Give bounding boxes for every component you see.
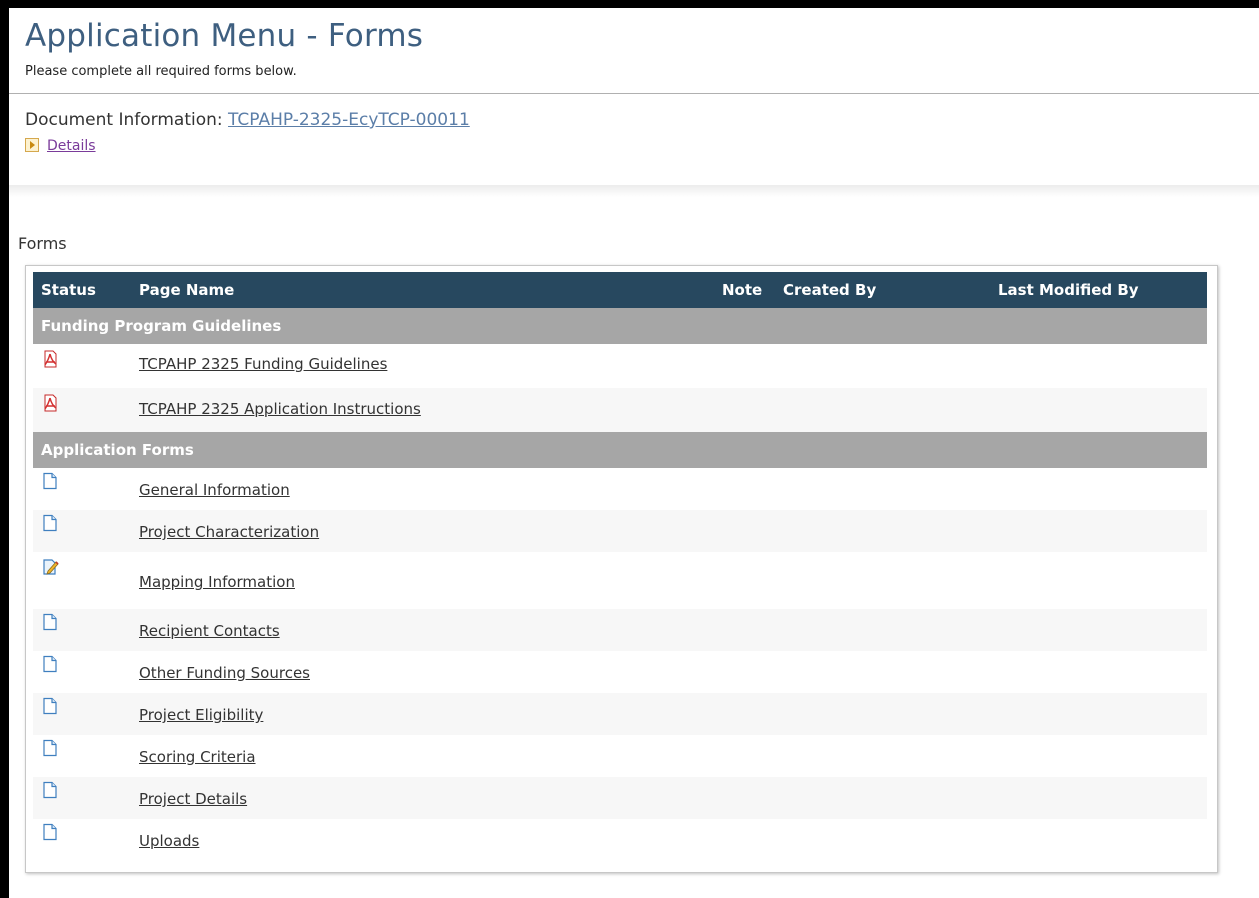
window-top-border	[0, 0, 1259, 8]
form-link-application-instructions[interactable]: TCPAHP 2325 Application Instructions	[139, 400, 421, 418]
form-link-funding-guidelines[interactable]: TCPAHP 2325 Funding Guidelines	[139, 355, 387, 373]
table-row: Project Details	[33, 777, 1207, 819]
forms-panel: Status Page Name Note Created By Last Mo…	[25, 265, 1218, 873]
table-row: Project Characterization	[33, 510, 1207, 552]
edit-page-icon	[43, 559, 59, 575]
form-link-scoring-criteria[interactable]: Scoring Criteria	[139, 748, 256, 766]
group-label: Application Forms	[41, 441, 194, 459]
page-subtitle: Please complete all required forms below…	[25, 64, 297, 79]
table-row: Scoring Criteria	[33, 735, 1207, 777]
group-row-application-forms: Application Forms	[33, 432, 1207, 468]
table-row: Uploads	[33, 819, 1207, 861]
header-divider	[9, 93, 1259, 94]
table-row: TCPAHP 2325 Funding Guidelines	[33, 344, 1207, 388]
column-header-status: Status	[41, 281, 96, 299]
blank-page-icon	[43, 697, 57, 715]
table-row: Project Eligibility	[33, 693, 1207, 735]
expand-arrow-icon[interactable]	[25, 138, 39, 152]
pdf-icon	[44, 394, 57, 412]
form-link-project-eligibility[interactable]: Project Eligibility	[139, 706, 263, 724]
table-row: Recipient Contacts	[33, 609, 1207, 651]
blank-page-icon	[43, 613, 57, 631]
document-information: Document Information: TCPAHP-2325-EcyTCP…	[25, 110, 470, 130]
forms-table: Status Page Name Note Created By Last Mo…	[33, 272, 1207, 861]
form-link-general-information[interactable]: General Information	[139, 481, 290, 499]
form-link-project-characterization[interactable]: Project Characterization	[139, 523, 319, 541]
details-link[interactable]: Details	[47, 138, 96, 154]
group-label: Funding Program Guidelines	[41, 317, 282, 335]
group-row-funding-program-guidelines: Funding Program Guidelines	[33, 308, 1207, 344]
form-link-other-funding-sources[interactable]: Other Funding Sources	[139, 664, 310, 682]
blank-page-icon	[43, 472, 57, 490]
section-divider	[9, 185, 1259, 197]
forms-section-label: Forms	[18, 234, 67, 253]
column-header-page-name: Page Name	[139, 281, 235, 299]
form-link-recipient-contacts[interactable]: Recipient Contacts	[139, 622, 280, 640]
pdf-icon	[44, 350, 57, 368]
document-information-label: Document Information:	[25, 110, 223, 130]
form-link-project-details[interactable]: Project Details	[139, 790, 247, 808]
table-row: Mapping Information	[33, 552, 1207, 609]
window-left-border	[0, 0, 9, 898]
table-header-row: Status Page Name Note Created By Last Mo…	[33, 272, 1207, 308]
column-header-note: Note	[722, 281, 763, 299]
blank-page-icon	[43, 739, 57, 757]
column-header-last-modified-by: Last Modified By	[998, 281, 1139, 299]
table-row: General Information	[33, 468, 1207, 510]
blank-page-icon	[43, 514, 57, 532]
table-row: Other Funding Sources	[33, 651, 1207, 693]
blank-page-icon	[43, 781, 57, 799]
form-link-uploads[interactable]: Uploads	[139, 832, 199, 850]
page-title: Application Menu - Forms	[25, 18, 424, 54]
blank-page-icon	[43, 823, 57, 841]
document-id-link[interactable]: TCPAHP-2325-EcyTCP-00011	[228, 110, 470, 130]
blank-page-icon	[43, 655, 57, 673]
column-header-created-by: Created By	[783, 281, 877, 299]
form-link-mapping-information[interactable]: Mapping Information	[139, 573, 295, 591]
details-toggle[interactable]: Details	[25, 138, 96, 154]
table-row: TCPAHP 2325 Application Instructions	[33, 388, 1207, 432]
